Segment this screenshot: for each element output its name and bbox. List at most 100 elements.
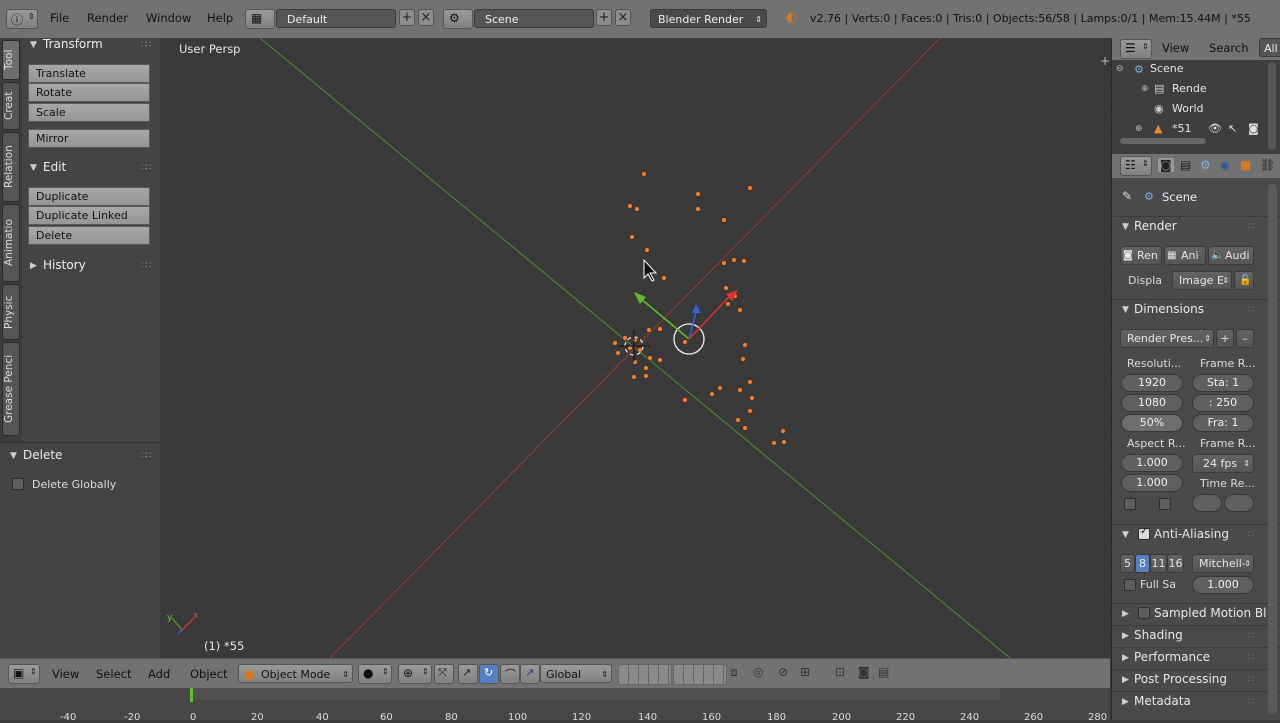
tab-relations[interactable]: Relation [2, 132, 20, 202]
drag-grip-icon[interactable]: ∷∷ [141, 451, 152, 461]
constraints-tab-icon[interactable]: ⛓ [1260, 158, 1275, 172]
manipulator-toggle-button[interactable]: ⤧ [434, 664, 454, 684]
duplicate-linked-button[interactable]: Duplicate Linked [28, 206, 150, 225]
resolution-percentage-field[interactable]: 50% [1121, 414, 1183, 432]
menu-view[interactable]: View [52, 667, 79, 686]
expand-triangle-icon[interactable]: ▶ [1122, 653, 1129, 663]
editor-type-button[interactable]: ☰ ⇕ [1120, 39, 1152, 59]
panel-title-edit[interactable]: Edit [43, 160, 66, 174]
outliner-hscrollbar[interactable] [1120, 138, 1206, 144]
drag-grip-icon[interactable]: ∷ [1248, 222, 1254, 232]
tab-create[interactable]: Creat [2, 82, 20, 130]
motion-blur-checkbox[interactable] [1138, 607, 1150, 619]
aspect-y-field[interactable]: 1.000 [1121, 474, 1183, 492]
collapse-triangle-icon[interactable]: ▼ [30, 163, 37, 173]
menu-view[interactable]: View [1162, 41, 1189, 55]
drag-grip-icon[interactable]: ∷ [1248, 631, 1254, 641]
time-old-field[interactable] [1192, 494, 1222, 512]
frame-step-field[interactable]: Fra: 1 [1192, 414, 1254, 432]
aa-filter-select[interactable]: Mitchell- ⇕ [1192, 554, 1254, 573]
aa-samples-5[interactable]: 5 [1120, 554, 1135, 573]
display-mode-select[interactable]: Image E ⇕ [1172, 271, 1232, 290]
menu-file[interactable]: File [50, 11, 69, 25]
screen-layout-field[interactable]: Default [276, 9, 396, 28]
render-tab-camera-icon[interactable]: ◙ [1158, 158, 1174, 172]
expand-triangle-icon[interactable]: ▶ [30, 261, 37, 271]
expand-icon[interactable]: ⊕ [1135, 124, 1143, 134]
drag-grip-icon[interactable]: ∷∷ [141, 261, 152, 271]
expand-triangle-icon[interactable]: ▶ [1122, 675, 1129, 685]
expand-triangle-icon[interactable]: ▶ [1122, 697, 1129, 707]
frame-end-field[interactable]: : 250 [1192, 394, 1254, 412]
outliner-item-world[interactable]: World [1172, 102, 1204, 115]
timeline-strip[interactable]: -40 -20 0 20 40 60 80 100 120 140 160 18… [0, 688, 1110, 723]
tab-grease-pencil[interactable]: Grease Penci [2, 342, 20, 436]
expand-triangle-icon[interactable]: ▶ [1122, 609, 1129, 619]
aa-filter-size-field[interactable]: 1.000 [1192, 576, 1254, 594]
antialiasing-checkbox[interactable]: ✓ [1138, 526, 1150, 540]
scale-manipulator-button[interactable]: ⌒ [500, 664, 520, 684]
tab-animation[interactable]: Animatio [2, 204, 20, 282]
render-engine-select[interactable]: Blender Render ⇕ [650, 9, 767, 28]
collapse-icon[interactable]: ⊖ [1116, 64, 1124, 74]
editor-type-button[interactable]: ☷ ⇕ [1120, 156, 1152, 176]
collapse-triangle-icon[interactable]: ▼ [30, 40, 37, 50]
menu-search[interactable]: Search [1209, 41, 1249, 55]
scene-tab-icon[interactable]: ⚙ [1200, 158, 1211, 172]
pin-icon[interactable]: ✎ [1122, 189, 1132, 203]
render-audio-button[interactable]: 🔈 Audi [1208, 246, 1254, 265]
outliner-item-scene[interactable]: Scene [1150, 62, 1184, 75]
selectable-cursor-icon[interactable]: ↖ [1228, 122, 1237, 135]
menu-window[interactable]: Window [146, 11, 191, 25]
layer-lock-icon[interactable]: ⧈ [730, 665, 738, 680]
panel-title-transform[interactable]: Transform [43, 37, 103, 51]
crop-checkbox[interactable] [1159, 498, 1171, 510]
full-sample-checkbox[interactable] [1124, 579, 1136, 591]
drag-grip-icon[interactable]: ∷∷ [141, 40, 152, 50]
frame-rate-select[interactable]: 24 fps ⇕ [1192, 454, 1254, 473]
outliner-item-object[interactable]: *51 [1172, 122, 1192, 135]
tab-tool[interactable]: Tool [2, 40, 20, 80]
visibility-eye-icon[interactable]: 👁 [1208, 122, 1222, 135]
panel-title-history[interactable]: History [43, 258, 86, 272]
render-presets-select[interactable]: Render Pres... ⇕ [1120, 329, 1214, 348]
render-preview-icon[interactable]: ⊡ [835, 665, 845, 679]
camera-icon[interactable]: ◙ [858, 665, 870, 679]
add-layout-button[interactable]: + [399, 9, 415, 26]
menu-select[interactable]: Select [96, 667, 131, 686]
layer-buttons-group-1[interactable] [618, 664, 672, 685]
border-checkbox[interactable] [1124, 498, 1136, 510]
render-camera-icon[interactable]: ◙ [1248, 122, 1259, 135]
collapse-triangle-icon[interactable]: ▼ [1122, 222, 1129, 232]
remove-scene-button[interactable]: × [615, 9, 631, 26]
drag-grip-icon[interactable]: ∷ [1248, 675, 1254, 685]
screen-layout-icon-button[interactable]: ▦ [245, 9, 275, 29]
render-layers-tab-icon[interactable]: ▤ [1180, 158, 1191, 172]
outliner-item-renderlayers[interactable]: Rende [1172, 82, 1207, 95]
translate-button[interactable]: Translate [28, 64, 150, 83]
add-scene-button[interactable]: + [596, 9, 612, 26]
snap-magnet-icon[interactable]: ⊘ [778, 665, 788, 679]
duplicate-button[interactable]: Duplicate [28, 187, 150, 206]
drag-grip-icon[interactable]: ∷ [1248, 653, 1254, 663]
drag-grip-icon[interactable]: ∷ [1248, 530, 1254, 540]
delete-button[interactable]: Delete [28, 226, 150, 245]
scale-button[interactable]: Scale [28, 103, 150, 122]
collapse-triangle-icon[interactable]: ▼ [1122, 305, 1129, 315]
3d-viewport[interactable]: y x + User Persp (1) *55 [160, 38, 1110, 658]
viewport-shading-select[interactable]: ● ⇕ [358, 664, 392, 684]
world-tab-icon[interactable]: ◉ [1220, 158, 1230, 172]
rotate-button[interactable]: Rotate [28, 83, 150, 102]
display-filter-select[interactable]: All [1259, 38, 1280, 57]
transform-orientation-select[interactable]: Global ⇕ [540, 664, 612, 683]
render-animation-button[interactable]: ▦ Ani [1164, 246, 1206, 265]
scene-icon-button[interactable]: ⚙ [443, 9, 473, 29]
proportional-edit-icon[interactable]: ◎ [753, 665, 763, 679]
mirror-button[interactable]: Mirror [28, 129, 150, 148]
expand-triangle-icon[interactable]: ▶ [1122, 631, 1129, 641]
aa-samples-8[interactable]: 8 [1135, 554, 1150, 573]
tab-physics[interactable]: Physic [2, 284, 20, 340]
lock-interface-button[interactable]: 🔓 [1234, 271, 1254, 290]
frame-start-field[interactable]: Sta: 1 [1192, 374, 1254, 392]
menu-add[interactable]: Add [148, 667, 170, 686]
